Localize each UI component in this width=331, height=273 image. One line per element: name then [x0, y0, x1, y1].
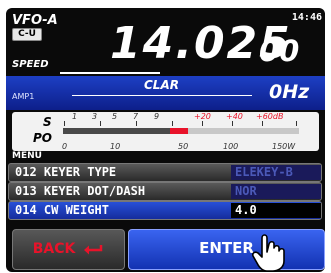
- mode-badge: C-U: [12, 28, 42, 41]
- s-scale-7: 7: [133, 112, 139, 121]
- menu-item-label: 013 KEYER DOT/DASH: [15, 184, 146, 198]
- menu-item-label: 012 KEYER TYPE: [15, 165, 117, 179]
- clar-line: [72, 95, 252, 96]
- menu-item-value: NOR: [231, 184, 321, 199]
- clar-offset: 0Hz: [269, 81, 310, 103]
- s-scale-1: 1: [72, 112, 78, 121]
- speed-underline: [60, 72, 160, 74]
- clock: 14:46: [291, 12, 322, 23]
- speed-label: SPEED: [12, 59, 49, 70]
- amp-label: AMP1: [12, 92, 35, 101]
- vfo-label: VFO-A: [12, 13, 58, 28]
- menu-item-value: 4.0: [231, 203, 321, 218]
- menu-item-label: 014 CW WEIGHT: [15, 203, 109, 217]
- po-meter-red-segment: [170, 128, 188, 134]
- po-scale-100: 100: [223, 142, 239, 151]
- s-scale-plus20: +20: [194, 112, 211, 121]
- frequency-sub: 00: [259, 34, 300, 68]
- back-arrow-icon: [84, 245, 103, 255]
- s-scale-plus60: +60dB: [256, 112, 284, 121]
- po-scale-50: 50: [178, 142, 189, 151]
- scale-tick: [100, 121, 101, 126]
- po-scale-0: 0: [62, 142, 68, 151]
- scale-tick: [136, 121, 137, 126]
- scale-tick: [202, 121, 203, 126]
- po-scale-150w: 150W: [272, 142, 296, 151]
- s-scale-3: 3: [92, 112, 98, 121]
- menu-title: MENU: [12, 151, 42, 161]
- po-meter-label: PO: [33, 131, 52, 145]
- po-meter-bar: [63, 128, 299, 134]
- scale-tick: [296, 121, 297, 126]
- s-scale-5: 5: [112, 112, 118, 121]
- back-button[interactable]: BACK: [12, 229, 125, 270]
- s-scale-plus40: +40: [226, 112, 243, 121]
- menu-item-cw-weight[interactable]: 014 CW WEIGHT 4.0: [8, 201, 322, 220]
- scale-tick: [232, 121, 233, 126]
- scale-tick: [262, 121, 263, 126]
- clar-label: CLAR: [144, 78, 179, 92]
- s-scale-9: 9: [154, 112, 160, 121]
- menu-item-value: ELEKEY-B: [231, 165, 321, 180]
- scale-tick: [172, 121, 173, 126]
- po-scale-10: 10: [110, 142, 121, 151]
- scale-tick: [64, 121, 65, 126]
- back-button-label: BACK: [32, 241, 76, 257]
- enter-button-label: ENTER: [199, 239, 254, 257]
- menu-item-keyer-dot-dash[interactable]: 013 KEYER DOT/DASH NOR: [8, 182, 322, 201]
- menu-item-keyer-type[interactable]: 012 KEYER TYPE ELEKEY-B: [8, 163, 322, 182]
- s-meter-label: S: [43, 115, 52, 129]
- radio-screen: VFO-A C-U 14:46 14.025 00 SPEED AMP1 CLA…: [0, 0, 331, 273]
- pointing-hand-icon: [252, 234, 285, 272]
